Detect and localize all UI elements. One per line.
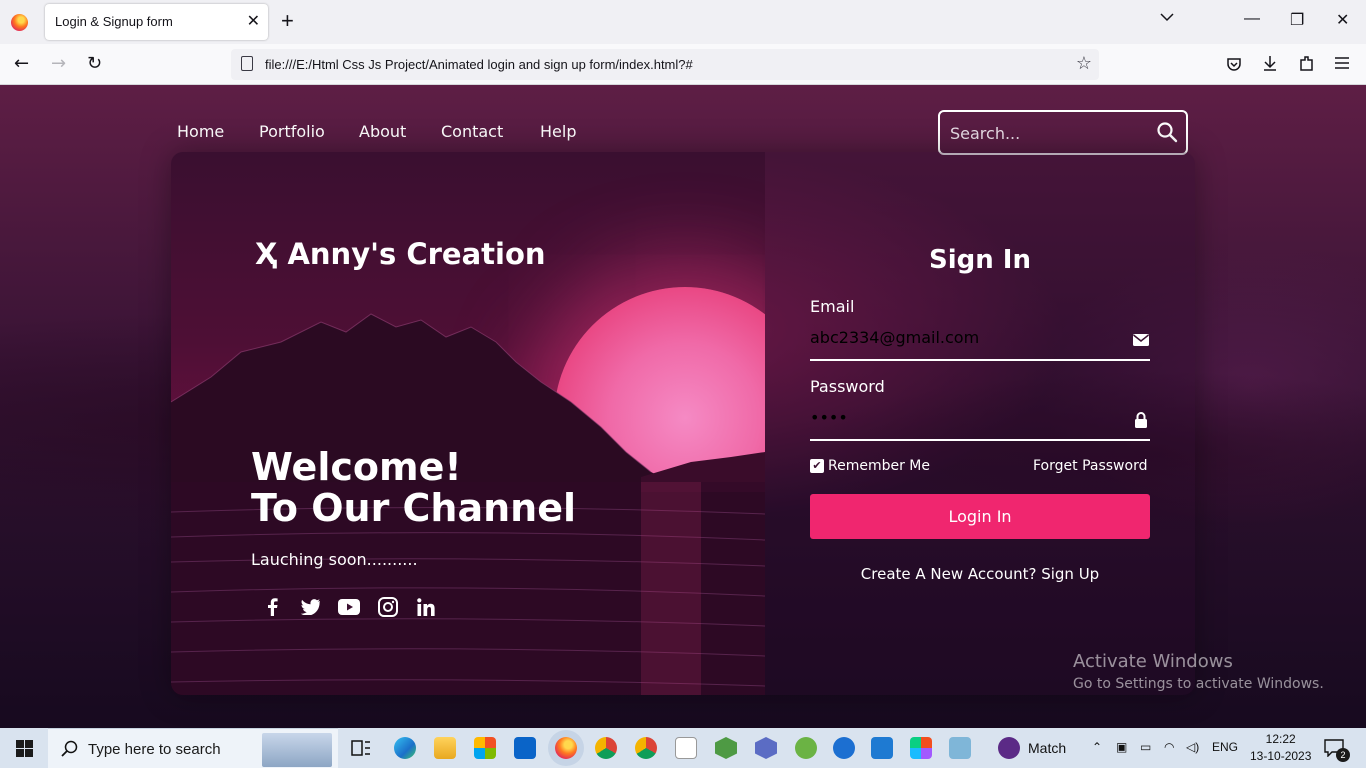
- remember-checkbox[interactable]: ✔: [810, 459, 824, 473]
- bookmark-star-icon[interactable]: ☆: [1076, 53, 1092, 74]
- reload-icon[interactable]: ↻: [87, 54, 102, 74]
- windows-start-icon[interactable]: [16, 740, 33, 757]
- list-all-tabs-icon[interactable]: [1160, 12, 1174, 22]
- chrome-icon[interactable]: [595, 737, 617, 759]
- accessibility-app-icon[interactable]: [833, 737, 855, 759]
- close-tab-icon[interactable]: ✕: [247, 11, 260, 31]
- email-field-wrapper: [810, 321, 1150, 361]
- vscode-icon[interactable]: [871, 737, 893, 759]
- search-box: [938, 110, 1188, 155]
- nav-link-about[interactable]: About: [359, 122, 406, 141]
- clock-time: 12:22: [1265, 732, 1296, 746]
- brand-name: Anny's Creation: [287, 237, 546, 271]
- notification-badge: 2: [1336, 748, 1350, 762]
- signup-link[interactable]: Create A New Account? Sign Up: [810, 565, 1150, 583]
- new-tab-icon[interactable]: +: [281, 9, 294, 33]
- search-input[interactable]: [950, 120, 1150, 146]
- activate-windows-watermark: Activate Windows Go to Settings to activ…: [1073, 651, 1324, 692]
- taskbar-search-placeholder: Type here to search: [88, 741, 221, 758]
- email-label: Email: [810, 297, 855, 316]
- wifi-icon[interactable]: ◠: [1164, 740, 1174, 754]
- page-icon: [241, 56, 253, 71]
- show-hidden-icons[interactable]: ⌃: [1092, 740, 1102, 754]
- browser-tab[interactable]: Login & Signup form ✕: [45, 4, 268, 40]
- activate-title: Activate Windows: [1073, 651, 1233, 672]
- nav-link-home[interactable]: Home: [177, 122, 224, 141]
- chrome-profile-icon[interactable]: [635, 737, 657, 759]
- welcome-line-1: Welcome!: [251, 445, 462, 489]
- remember-me[interactable]: ✔ Remember Me: [810, 458, 930, 474]
- xing-icon: Ҳ: [255, 237, 278, 271]
- twitter-icon[interactable]: [297, 594, 323, 620]
- instagram-icon[interactable]: [375, 594, 401, 620]
- url-bar[interactable]: file:///E:/Html Css Js Project/Animated …: [231, 49, 1099, 80]
- language-indicator[interactable]: ENG: [1212, 740, 1238, 754]
- app-hexagon-green-icon[interactable]: [715, 737, 737, 759]
- file-explorer-icon[interactable]: [434, 737, 456, 759]
- microsoft-store-icon[interactable]: [474, 737, 496, 759]
- notepad-icon[interactable]: [675, 737, 697, 759]
- password-field[interactable]: [810, 401, 1110, 433]
- match-icon[interactable]: [998, 737, 1020, 759]
- restore-icon[interactable]: ❐: [1290, 10, 1304, 30]
- url-text[interactable]: file:///E:/Html Css Js Project/Animated …: [265, 57, 693, 72]
- mail-icon: [1133, 334, 1149, 346]
- email-field[interactable]: [810, 321, 1110, 353]
- launch-tagline: Lauching soon..........: [251, 550, 418, 569]
- back-icon[interactable]: ←: [14, 54, 29, 74]
- clock[interactable]: 12:22 13-10-2023: [1250, 731, 1311, 765]
- battery-icon[interactable]: ▭: [1140, 740, 1151, 754]
- facebook-icon[interactable]: [259, 594, 285, 620]
- extensions-icon[interactable]: [1298, 55, 1315, 72]
- nav-link-contact[interactable]: Contact: [441, 122, 503, 141]
- clock-date: 13-10-2023: [1250, 749, 1312, 763]
- pocket-icon[interactable]: [1226, 56, 1242, 72]
- password-field-wrapper: [810, 401, 1150, 441]
- notes-app-icon[interactable]: [949, 737, 971, 759]
- close-window-icon[interactable]: ✕: [1336, 10, 1349, 30]
- figma-icon[interactable]: [910, 737, 932, 759]
- linkedin-icon[interactable]: [413, 594, 439, 620]
- mail-app-icon[interactable]: [514, 737, 536, 759]
- minimize-icon[interactable]: —: [1244, 10, 1260, 28]
- nav-link-help[interactable]: Help: [540, 122, 576, 141]
- search-icon[interactable]: [1156, 121, 1178, 143]
- brand-logo: Ҳ Anny's Creation: [255, 237, 546, 271]
- taskbar-search[interactable]: Type here to search: [48, 728, 338, 768]
- downloads-icon[interactable]: [1262, 55, 1278, 72]
- browser-nav-bar: ← → ↻ file:///E:/Html Css Js Project/Ani…: [0, 44, 1366, 85]
- password-label: Password: [810, 377, 885, 396]
- search-icon: [61, 740, 78, 757]
- hero-panel: Ҳ Anny's Creation Welcome! To Our Channe…: [171, 152, 765, 695]
- menu-icon[interactable]: [1334, 56, 1350, 70]
- firefox-taskbar-icon[interactable]: [555, 737, 577, 759]
- task-view-icon[interactable]: [350, 737, 372, 759]
- search-highlight-image: [262, 733, 332, 767]
- login-button[interactable]: Login In: [810, 494, 1150, 539]
- welcome-heading: Welcome! To Our Channel: [251, 447, 576, 529]
- activate-subtitle: Go to Settings to activate Windows.: [1073, 676, 1324, 692]
- tab-title: Login & Signup form: [55, 14, 173, 29]
- firefox-icon[interactable]: [11, 14, 28, 31]
- page: Home Portfolio About Contact Help Search…: [0, 85, 1366, 728]
- signin-title: Sign In: [929, 245, 1031, 275]
- taskbar: Type here to search Match ⌃ ▣ ▭ ◠ ◁) ENG…: [0, 728, 1366, 768]
- edge-icon[interactable]: [394, 737, 416, 759]
- browser-tab-bar: Login & Signup form ✕ + — ❐ ✕: [0, 0, 1366, 44]
- spring-tool-icon[interactable]: [795, 737, 817, 759]
- match-label[interactable]: Match: [1028, 740, 1066, 756]
- app-hexagon-blue-icon[interactable]: [755, 737, 777, 759]
- welcome-line-2: To Our Channel: [251, 486, 577, 530]
- login-card: Ҳ Anny's Creation Welcome! To Our Channe…: [171, 152, 1195, 695]
- remember-label: Remember Me: [828, 458, 930, 474]
- forget-password-link[interactable]: Forget Password: [1033, 458, 1147, 474]
- lock-icon: [1135, 412, 1147, 428]
- nav-link-portfolio[interactable]: Portfolio: [259, 122, 325, 141]
- volume-icon[interactable]: ◁): [1186, 740, 1199, 754]
- forward-icon[interactable]: →: [51, 54, 66, 74]
- meet-now-icon[interactable]: ▣: [1116, 740, 1127, 754]
- youtube-icon[interactable]: [336, 594, 362, 620]
